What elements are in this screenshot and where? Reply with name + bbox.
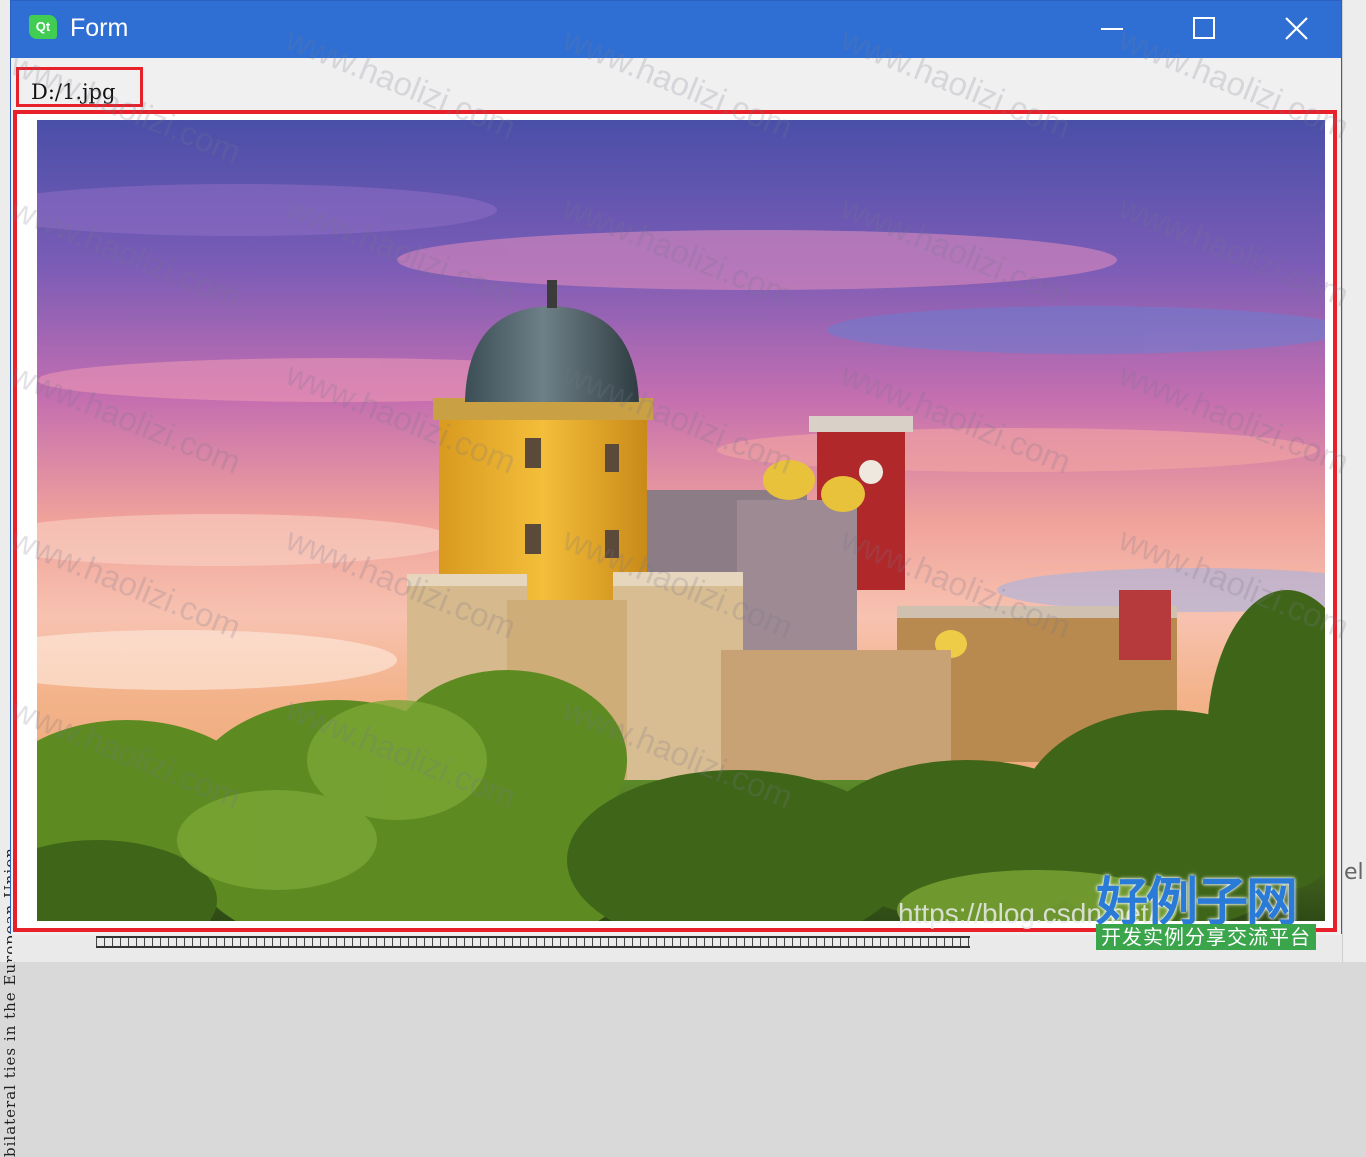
close-icon xyxy=(1285,17,1308,40)
image-label-highlight xyxy=(13,110,1337,932)
corner-watermark: https://blog.csdn.net/ 好例子网 开发实例分享交流平台 xyxy=(896,860,1326,952)
minimize-icon xyxy=(1101,28,1123,30)
minimize-button[interactable] xyxy=(1067,1,1159,58)
background-ruler xyxy=(96,936,970,948)
image-path-label: D:/1.jpg xyxy=(31,80,116,104)
image-display xyxy=(37,120,1325,921)
qt-logo-icon: Qt xyxy=(29,15,57,39)
castle-photo xyxy=(37,120,1325,921)
close-button[interactable] xyxy=(1251,1,1343,58)
maximize-button[interactable] xyxy=(1159,1,1251,58)
background-right-strip xyxy=(1342,0,1366,962)
window-title: Form xyxy=(70,14,129,42)
maximize-icon xyxy=(1193,17,1215,39)
form-client-area: D:/1.jpg xyxy=(11,58,1341,935)
watermark-tagline: 开发实例分享交流平台 xyxy=(1096,924,1316,950)
background-right-glyphs: el xyxy=(1344,860,1364,885)
title-bar[interactable]: Qt Form xyxy=(11,1,1341,58)
form-window: Qt Form D:/1.jpg xyxy=(10,0,1342,935)
